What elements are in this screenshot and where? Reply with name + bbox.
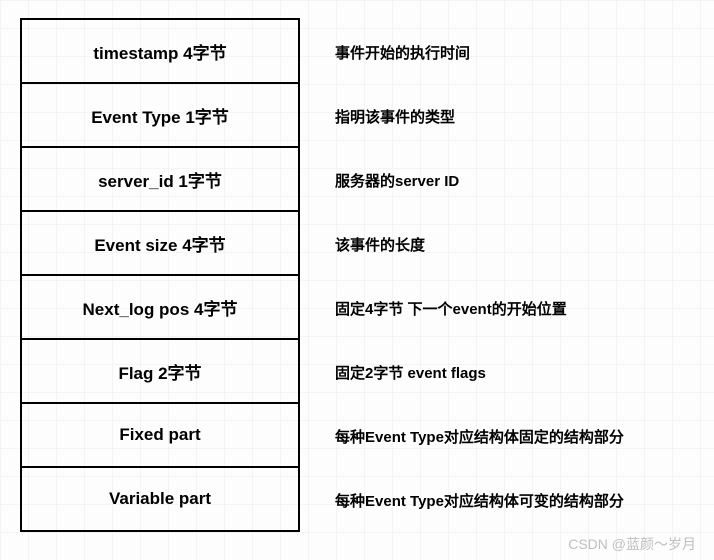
field-name: timestamp 4字节 (22, 20, 298, 84)
structure-table: timestamp 4字节 Event Type 1字节 server_id 1… (20, 18, 300, 532)
field-name: Next_log pos 4字节 (22, 276, 298, 340)
field-description: 服务器的server ID (335, 170, 459, 191)
field-name: Fixed part (22, 404, 298, 468)
field-name: Event size 4字节 (22, 212, 298, 276)
field-description: 固定4字节 下一个event的开始位置 (335, 298, 567, 319)
field-name: Flag 2字节 (22, 340, 298, 404)
field-description: 事件开始的执行时间 (335, 42, 470, 63)
table-row: Event size 4字节 (22, 212, 298, 276)
table-row: Variable part (22, 468, 298, 532)
table-row: Event Type 1字节 (22, 84, 298, 148)
watermark: CSDN @蓝颜～岁月 (568, 534, 696, 554)
field-description: 该事件的长度 (335, 234, 425, 255)
field-description: 固定2字节 event flags (335, 362, 486, 383)
table-row: server_id 1字节 (22, 148, 298, 212)
field-name: Event Type 1字节 (22, 84, 298, 148)
field-description: 指明该事件的类型 (335, 106, 455, 127)
table-row: Flag 2字节 (22, 340, 298, 404)
field-name: server_id 1字节 (22, 148, 298, 212)
field-description: 每种Event Type对应结构体固定的结构部分 (335, 426, 624, 447)
field-description: 每种Event Type对应结构体可变的结构部分 (335, 490, 624, 511)
field-name: Variable part (22, 468, 298, 532)
table-row: Next_log pos 4字节 (22, 276, 298, 340)
table-row: timestamp 4字节 (22, 20, 298, 84)
table-row: Fixed part (22, 404, 298, 468)
